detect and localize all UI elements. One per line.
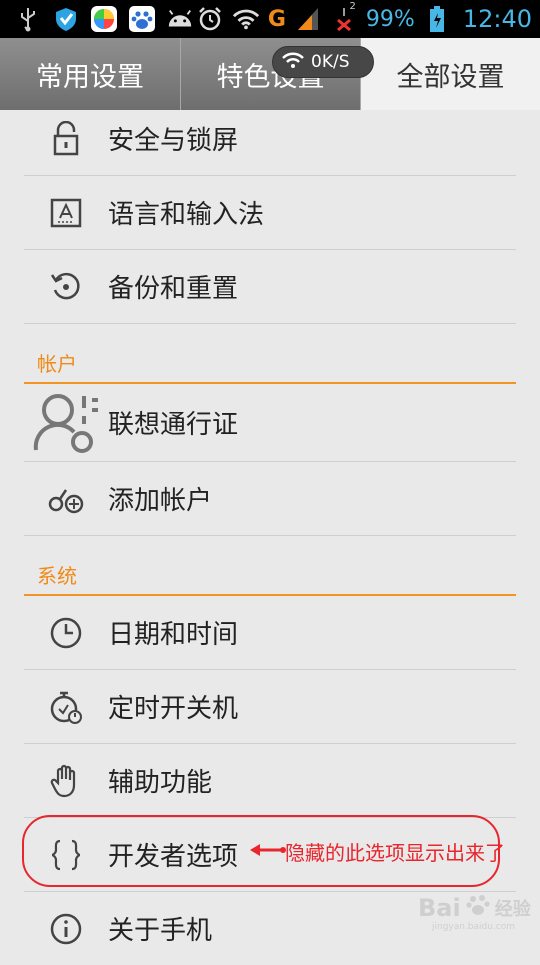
section-system: 系统 <box>0 536 540 596</box>
usb-icon <box>14 5 42 33</box>
battery-percent: 99% <box>365 6 415 32</box>
annotation-text: 隐藏的此选项显示出来了 <box>285 841 505 865</box>
info-icon <box>34 897 98 961</box>
account-id-icon <box>30 387 102 459</box>
section-account: 帐户 <box>0 324 540 384</box>
settings-tabs: 常用设置 特色设置 全部设置 <box>0 38 540 110</box>
status-bar: G 2 99% 12:40 <box>0 0 540 38</box>
settings-item-security[interactable]: 安全与锁屏 <box>24 102 516 176</box>
settings-item-add-account[interactable]: 添加帐户 <box>24 462 516 536</box>
settings-item-label: 添加帐户 <box>108 486 213 516</box>
settings-item-date-time[interactable]: 日期和时间 <box>24 596 516 670</box>
restore-icon <box>34 255 98 319</box>
tab-all-settings[interactable]: 全部设置 <box>361 38 540 110</box>
lock-icon <box>34 107 98 171</box>
network-speed-badge: 0K/S <box>272 46 374 78</box>
android-icon <box>166 5 194 33</box>
settings-item-accessibility[interactable]: 辅助功能 <box>24 744 516 818</box>
signal-icon <box>294 5 322 33</box>
settings-item-language[interactable]: 语言和输入法 <box>24 176 516 250</box>
hand-icon <box>34 749 98 813</box>
tab-common-settings[interactable]: 常用设置 <box>0 38 181 110</box>
speed-text: 0K/S <box>311 52 350 72</box>
timer-power-icon <box>34 675 98 739</box>
settings-item-label: 语言和输入法 <box>108 200 265 230</box>
baidu-icon <box>128 5 156 33</box>
settings-item-scheduled-power[interactable]: 定时开关机 <box>24 670 516 744</box>
add-account-icon <box>34 467 98 531</box>
app-store-icon <box>90 5 118 33</box>
shield-icon <box>52 5 80 33</box>
settings-item-label: 备份和重置 <box>108 274 239 304</box>
clock-time: 12:40 <box>462 5 532 33</box>
alarm-icon <box>196 5 224 33</box>
watermark-suffix: 经验 <box>494 899 531 920</box>
settings-item-label: 关于手机 <box>108 916 213 946</box>
wifi-icon <box>281 50 305 75</box>
section-title: 系统 <box>37 564 77 588</box>
baidu-jingyan-watermark: Bai 经验 jingyan.baidu.com <box>418 892 531 932</box>
network-type: G <box>267 6 286 32</box>
watermark-brand: Bai <box>418 894 461 922</box>
settings-item-label: 日期和时间 <box>108 620 239 650</box>
settings-item-label: 定时开关机 <box>108 694 239 724</box>
paw-icon <box>465 892 491 924</box>
clock-icon <box>34 601 98 665</box>
annotation-arrow-icon <box>248 842 286 862</box>
settings-item-backup[interactable]: 备份和重置 <box>24 250 516 324</box>
keyboard-language-icon <box>34 181 98 245</box>
settings-item-lenovo-id[interactable]: 联想通行证 <box>24 384 516 462</box>
signal-sub: 2 <box>349 1 356 12</box>
settings-item-label: 联想通行证 <box>108 410 239 440</box>
battery-icon <box>423 5 451 33</box>
no-sim-icon: 2 <box>330 1 358 33</box>
settings-item-label: 安全与锁屏 <box>108 126 239 156</box>
section-title: 帐户 <box>37 352 77 376</box>
wifi-icon <box>232 5 260 33</box>
settings-item-label: 辅助功能 <box>108 768 213 798</box>
watermark-url: jingyan.baidu.com <box>432 922 516 932</box>
